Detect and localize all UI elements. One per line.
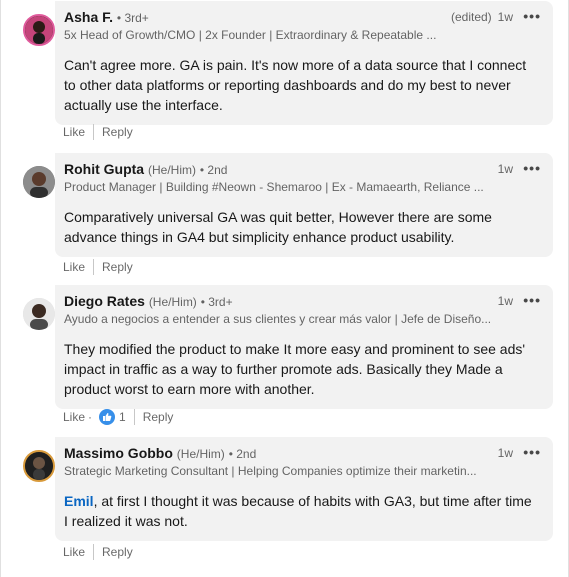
comment-bubble: Rohit Gupta (He/Him) • 2nd 1w ••• Produc… [55,153,553,257]
pronouns: (He/Him) [176,447,225,461]
more-options-icon[interactable]: ••• [523,444,541,461]
author-headline: Product Manager | Building #Neown - Shem… [64,180,484,194]
comment-actions: Like · 1 Reply [63,409,173,425]
avatar[interactable] [23,166,55,198]
divider [93,259,95,275]
comment-text-body: , at first I thought it was because of h… [64,493,532,529]
pronouns: (He/Him) [148,295,197,309]
comment-bubble: Massimo Gobbo (He/Him) • 2nd 1w ••• Stra… [55,437,553,541]
author-name[interactable]: Massimo Gobbo [64,445,173,461]
comment-text: Can't agree more. GA is pain. It's now m… [64,57,527,113]
timestamp: 1w [497,446,513,460]
author-headline: Ayudo a negocios a entender a sus client… [64,312,492,326]
connection-degree: • 2nd [228,447,257,461]
comment-header: Rohit Gupta (He/Him) • 2nd 1w ••• [64,160,543,178]
avatar-image [23,298,55,330]
connection-degree: • 2nd [199,163,228,177]
comment-bubble: Asha F. • 3rd+ (edited) 1w ••• 5x Head of… [55,1,553,125]
author-name[interactable]: Asha F. [64,9,113,25]
comments-feed: Asha F. • 3rd+ (edited) 1w ••• 5x Head of… [0,0,569,577]
reply-button[interactable]: Reply [102,259,133,275]
timestamp: 1w [497,294,513,308]
comment-actions: Like Reply [63,544,133,560]
comment-text: Emil, at first I thought it was because … [64,491,543,531]
divider [133,409,135,425]
author-name[interactable]: Rohit Gupta [64,161,144,177]
like-button[interactable]: Like [63,124,85,140]
more-options-icon[interactable]: ••• [523,8,541,25]
like-button[interactable]: Like [63,259,85,275]
timestamp: 1w [497,162,513,176]
author-headline: Strategic Marketing Consultant | Helping… [64,464,477,478]
avatar[interactable] [23,298,55,330]
edited-label: (edited) [450,10,492,24]
avatar[interactable] [23,14,55,46]
comment-header: Asha F. • 3rd+ (edited) 1w ••• [64,8,543,26]
connection-degree: • 3rd+ [116,11,149,25]
divider [93,544,95,560]
reaction-count[interactable]: 1 [119,409,126,425]
mention-link[interactable]: Emil [64,493,94,509]
dot-separator: · [88,410,93,424]
avatar-image [23,166,55,198]
time-label: 1w [497,10,513,24]
author-headline: 5x Head of Growth/CMO | 2x Founder | Ext… [64,28,437,42]
avatar-image [25,16,53,44]
like-reaction-icon[interactable] [99,409,116,425]
connection-degree: • 3rd+ [200,295,233,309]
author-name[interactable]: Diego Rates [64,293,145,309]
avatar[interactable] [23,450,55,482]
timestamp: (edited) 1w [451,9,513,26]
comment-header: Massimo Gobbo (He/Him) • 2nd 1w ••• [64,444,543,462]
pronouns: (He/Him) [148,163,196,177]
reply-button[interactable]: Reply [143,409,174,425]
comment-actions: Like Reply [63,124,133,140]
comment-text: Comparatively universal GA was quit bett… [64,209,492,245]
more-options-icon[interactable]: ••• [523,292,541,309]
comment-actions: Like Reply [63,259,133,275]
thumbs-up-icon [103,413,112,421]
more-options-icon[interactable]: ••• [523,160,541,177]
reply-button[interactable]: Reply [102,124,133,140]
comment-bubble: Diego Rates (He/Him) • 3rd+ 1w ••• Ayudo… [55,285,553,409]
divider [93,124,95,140]
like-button[interactable]: Like [63,409,85,425]
reply-button[interactable]: Reply [102,544,133,560]
comment-header: Diego Rates (He/Him) • 3rd+ 1w ••• [64,292,543,310]
comment-text: They modified the product to make It mor… [64,341,526,397]
avatar-image [25,452,53,480]
like-button[interactable]: Like [63,544,85,560]
